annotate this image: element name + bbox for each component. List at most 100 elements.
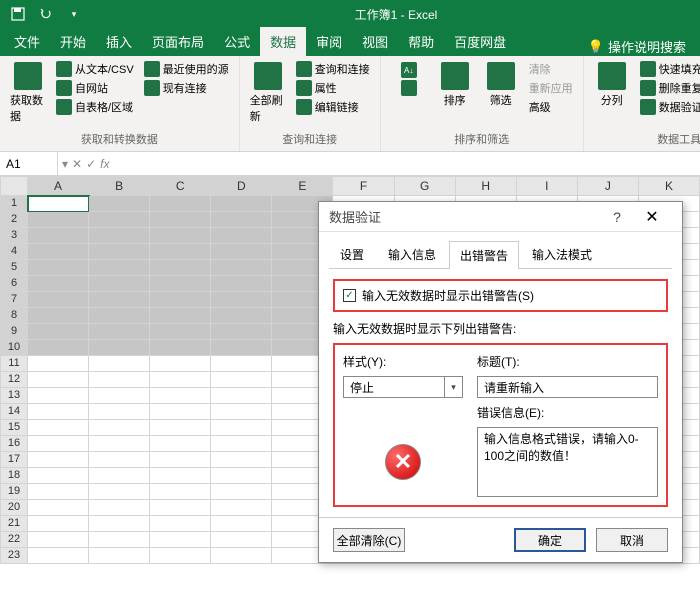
show-error-checkbox[interactable]: ✓ 输入无效数据时显示出错警告(S) xyxy=(343,287,658,304)
dialog-titlebar[interactable]: 数据验证 ? ✕ xyxy=(319,202,682,232)
cell[interactable] xyxy=(150,404,211,420)
title-input[interactable] xyxy=(477,376,658,398)
cell[interactable] xyxy=(89,516,150,532)
cell[interactable] xyxy=(28,228,89,244)
cell[interactable] xyxy=(211,260,272,276)
dlg-tab-input-msg[interactable]: 输入信息 xyxy=(377,240,447,268)
get-data-button[interactable]: 获取数据 xyxy=(8,60,48,126)
col-header[interactable]: H xyxy=(456,176,517,196)
cell[interactable] xyxy=(28,452,89,468)
cell[interactable] xyxy=(211,500,272,516)
cell[interactable] xyxy=(211,436,272,452)
queries-conn-button[interactable]: 查询和连接 xyxy=(294,60,372,78)
cell[interactable] xyxy=(89,372,150,388)
row-header[interactable]: 8 xyxy=(0,308,28,324)
row-header[interactable]: 23 xyxy=(0,548,28,564)
cell[interactable] xyxy=(211,196,272,212)
cell[interactable] xyxy=(150,516,211,532)
cell[interactable] xyxy=(211,404,272,420)
fx-icon[interactable]: fx xyxy=(100,157,109,171)
cell[interactable] xyxy=(28,244,89,260)
cell[interactable] xyxy=(211,452,272,468)
row-header[interactable]: 12 xyxy=(0,372,28,388)
col-header[interactable]: B xyxy=(89,176,150,196)
row-header[interactable]: 15 xyxy=(0,420,28,436)
cell[interactable] xyxy=(89,388,150,404)
error-msg-textarea[interactable] xyxy=(477,427,658,497)
cell[interactable] xyxy=(211,292,272,308)
cell[interactable] xyxy=(150,436,211,452)
data-validation-button[interactable]: 数据验证 xyxy=(638,98,700,116)
cell[interactable] xyxy=(28,420,89,436)
row-header[interactable]: 20 xyxy=(0,500,28,516)
cell[interactable] xyxy=(89,292,150,308)
recent-sources-button[interactable]: 最近使用的源 xyxy=(142,60,231,78)
cell[interactable] xyxy=(211,388,272,404)
tab-view[interactable]: 视图 xyxy=(352,27,398,56)
cell[interactable] xyxy=(150,420,211,436)
cell[interactable] xyxy=(150,468,211,484)
row-header[interactable]: 4 xyxy=(0,244,28,260)
col-header[interactable]: K xyxy=(639,176,700,196)
cell[interactable] xyxy=(89,468,150,484)
cell[interactable] xyxy=(89,228,150,244)
cell[interactable] xyxy=(28,212,89,228)
row-header[interactable]: 1 xyxy=(0,196,28,212)
tab-data[interactable]: 数据 xyxy=(260,27,306,56)
cell[interactable] xyxy=(89,340,150,356)
cell[interactable] xyxy=(89,420,150,436)
cell[interactable] xyxy=(211,548,272,564)
dialog-help-button[interactable]: ? xyxy=(602,209,632,225)
row-header[interactable]: 11 xyxy=(0,356,28,372)
col-header[interactable]: G xyxy=(395,176,456,196)
clear-all-button[interactable]: 全部清除(C) xyxy=(333,528,405,552)
cell[interactable] xyxy=(150,244,211,260)
cell[interactable] xyxy=(28,260,89,276)
cell[interactable] xyxy=(89,324,150,340)
properties-button[interactable]: 属性 xyxy=(294,79,372,97)
undo-icon[interactable] xyxy=(34,2,58,26)
cell[interactable] xyxy=(150,276,211,292)
save-icon[interactable] xyxy=(6,2,30,26)
cell[interactable] xyxy=(28,292,89,308)
text-to-columns-button[interactable]: 分列 xyxy=(592,60,632,110)
col-header[interactable]: J xyxy=(578,176,639,196)
cell[interactable] xyxy=(28,340,89,356)
cell[interactable] xyxy=(28,356,89,372)
from-web-button[interactable]: 自网站 xyxy=(54,79,136,97)
cell[interactable] xyxy=(28,308,89,324)
fbar-cancel-icon[interactable]: ✕ xyxy=(72,157,82,171)
cell[interactable] xyxy=(28,324,89,340)
col-header[interactable]: E xyxy=(272,176,333,196)
row-header[interactable]: 6 xyxy=(0,276,28,292)
cell[interactable] xyxy=(150,212,211,228)
col-header[interactable]: I xyxy=(517,176,578,196)
tell-me[interactable]: 💡 操作说明搜索 xyxy=(588,37,696,56)
fbar-enter-icon[interactable]: ✓ xyxy=(86,157,96,171)
cell[interactable] xyxy=(28,404,89,420)
cell[interactable] xyxy=(150,260,211,276)
cell[interactable] xyxy=(211,276,272,292)
cell[interactable] xyxy=(28,196,89,212)
row-header[interactable]: 13 xyxy=(0,388,28,404)
cell[interactable] xyxy=(150,308,211,324)
row-header[interactable]: 10 xyxy=(0,340,28,356)
row-header[interactable]: 5 xyxy=(0,260,28,276)
cell[interactable] xyxy=(150,532,211,548)
cell[interactable] xyxy=(89,436,150,452)
dlg-tab-error-alert[interactable]: 出错警告 xyxy=(449,241,519,269)
cell[interactable] xyxy=(211,340,272,356)
row-header[interactable]: 19 xyxy=(0,484,28,500)
formula-input[interactable] xyxy=(114,152,700,175)
cell[interactable] xyxy=(89,484,150,500)
cell[interactable] xyxy=(28,388,89,404)
dlg-tab-settings[interactable]: 设置 xyxy=(329,240,375,268)
cell[interactable] xyxy=(150,548,211,564)
cell[interactable] xyxy=(89,276,150,292)
cell[interactable] xyxy=(89,356,150,372)
cell[interactable] xyxy=(89,308,150,324)
cell[interactable] xyxy=(150,340,211,356)
cell[interactable] xyxy=(211,516,272,532)
cell[interactable] xyxy=(211,468,272,484)
from-text-csv-button[interactable]: 从文本/CSV xyxy=(54,60,136,78)
